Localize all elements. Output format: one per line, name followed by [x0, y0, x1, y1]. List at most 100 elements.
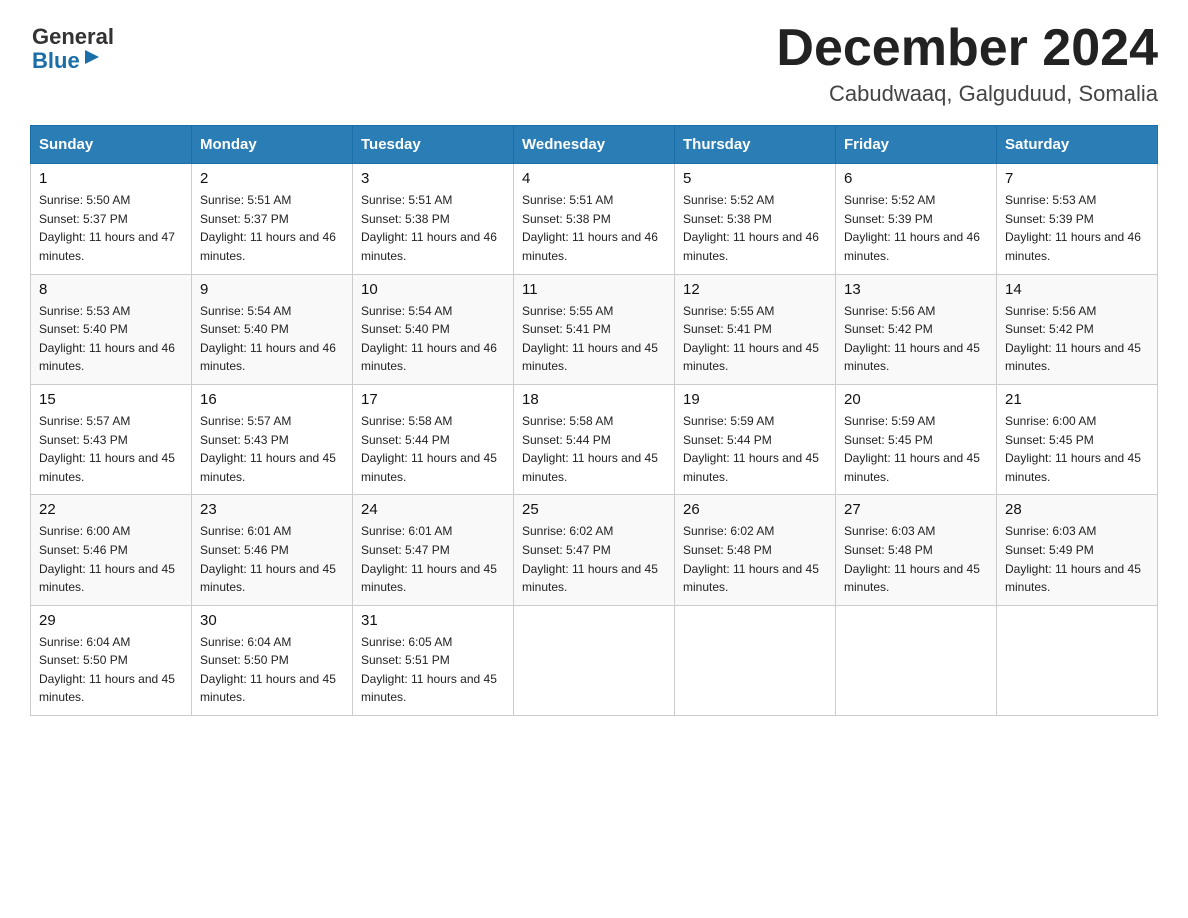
daylight-label: Daylight: 11 hours and 45 minutes. — [39, 672, 175, 705]
day-info: Sunrise: 6:04 AM Sunset: 5:50 PM Dayligh… — [39, 633, 183, 707]
daylight-label: Daylight: 11 hours and 45 minutes. — [522, 451, 658, 484]
day-number: 11 — [522, 281, 666, 298]
sunrise-label: Sunrise: 6:03 AM — [844, 524, 935, 538]
daylight-label: Daylight: 11 hours and 45 minutes. — [39, 562, 175, 595]
calendar-cell: 29 Sunrise: 6:04 AM Sunset: 5:50 PM Dayl… — [31, 605, 192, 715]
day-info: Sunrise: 6:05 AM Sunset: 5:51 PM Dayligh… — [361, 633, 505, 707]
sunrise-label: Sunrise: 6:02 AM — [522, 524, 613, 538]
calendar-cell: 13 Sunrise: 5:56 AM Sunset: 5:42 PM Dayl… — [836, 274, 997, 384]
sunset-label: Sunset: 5:48 PM — [844, 543, 933, 557]
sunset-label: Sunset: 5:49 PM — [1005, 543, 1094, 557]
daylight-label: Daylight: 11 hours and 45 minutes. — [361, 451, 497, 484]
sunset-label: Sunset: 5:46 PM — [39, 543, 128, 557]
calendar-cell: 24 Sunrise: 6:01 AM Sunset: 5:47 PM Dayl… — [353, 495, 514, 605]
day-number: 3 — [361, 170, 505, 187]
day-info: Sunrise: 5:53 AM Sunset: 5:40 PM Dayligh… — [39, 302, 183, 376]
day-number: 22 — [39, 501, 183, 518]
sunrise-label: Sunrise: 5:52 AM — [683, 193, 774, 207]
calendar-cell: 2 Sunrise: 5:51 AM Sunset: 5:37 PM Dayli… — [192, 164, 353, 274]
day-info: Sunrise: 6:02 AM Sunset: 5:47 PM Dayligh… — [522, 522, 666, 596]
calendar-cell: 20 Sunrise: 5:59 AM Sunset: 5:45 PM Dayl… — [836, 384, 997, 494]
daylight-label: Daylight: 11 hours and 45 minutes. — [844, 341, 980, 374]
week-row-5: 29 Sunrise: 6:04 AM Sunset: 5:50 PM Dayl… — [31, 605, 1158, 715]
sunrise-label: Sunrise: 5:53 AM — [1005, 193, 1096, 207]
calendar-cell: 21 Sunrise: 6:00 AM Sunset: 5:45 PM Dayl… — [997, 384, 1158, 494]
daylight-label: Daylight: 11 hours and 45 minutes. — [200, 672, 336, 705]
calendar-cell: 9 Sunrise: 5:54 AM Sunset: 5:40 PM Dayli… — [192, 274, 353, 384]
sunset-label: Sunset: 5:44 PM — [361, 433, 450, 447]
day-number: 6 — [844, 170, 988, 187]
daylight-label: Daylight: 11 hours and 46 minutes. — [200, 341, 336, 374]
calendar-cell: 3 Sunrise: 5:51 AM Sunset: 5:38 PM Dayli… — [353, 164, 514, 274]
day-info: Sunrise: 6:00 AM Sunset: 5:46 PM Dayligh… — [39, 522, 183, 596]
day-info: Sunrise: 6:02 AM Sunset: 5:48 PM Dayligh… — [683, 522, 827, 596]
calendar-cell: 11 Sunrise: 5:55 AM Sunset: 5:41 PM Dayl… — [514, 274, 675, 384]
sunrise-label: Sunrise: 6:02 AM — [683, 524, 774, 538]
sunset-label: Sunset: 5:39 PM — [1005, 212, 1094, 226]
day-number: 16 — [200, 391, 344, 408]
sunrise-label: Sunrise: 5:52 AM — [844, 193, 935, 207]
daylight-label: Daylight: 11 hours and 46 minutes. — [200, 230, 336, 263]
sunrise-label: Sunrise: 5:56 AM — [844, 304, 935, 318]
calendar-cell: 28 Sunrise: 6:03 AM Sunset: 5:49 PM Dayl… — [997, 495, 1158, 605]
day-number: 9 — [200, 281, 344, 298]
sunrise-label: Sunrise: 5:53 AM — [39, 304, 130, 318]
calendar-cell: 1 Sunrise: 5:50 AM Sunset: 5:37 PM Dayli… — [31, 164, 192, 274]
day-number: 15 — [39, 391, 183, 408]
sunset-label: Sunset: 5:51 PM — [361, 653, 450, 667]
sunset-label: Sunset: 5:42 PM — [1005, 322, 1094, 336]
calendar-cell: 10 Sunrise: 5:54 AM Sunset: 5:40 PM Dayl… — [353, 274, 514, 384]
calendar-cell: 30 Sunrise: 6:04 AM Sunset: 5:50 PM Dayl… — [192, 605, 353, 715]
header-wednesday: Wednesday — [514, 126, 675, 164]
sunset-label: Sunset: 5:43 PM — [200, 433, 289, 447]
week-row-3: 15 Sunrise: 5:57 AM Sunset: 5:43 PM Dayl… — [31, 384, 1158, 494]
calendar-cell: 19 Sunrise: 5:59 AM Sunset: 5:44 PM Dayl… — [675, 384, 836, 494]
day-number: 27 — [844, 501, 988, 518]
day-info: Sunrise: 5:56 AM Sunset: 5:42 PM Dayligh… — [1005, 302, 1149, 376]
sunrise-label: Sunrise: 6:04 AM — [39, 635, 130, 649]
daylight-label: Daylight: 11 hours and 45 minutes. — [200, 451, 336, 484]
sunset-label: Sunset: 5:41 PM — [683, 322, 772, 336]
sunset-label: Sunset: 5:45 PM — [844, 433, 933, 447]
day-number: 30 — [200, 612, 344, 629]
daylight-label: Daylight: 11 hours and 46 minutes. — [522, 230, 658, 263]
day-info: Sunrise: 5:58 AM Sunset: 5:44 PM Dayligh… — [361, 412, 505, 486]
daylight-label: Daylight: 11 hours and 45 minutes. — [844, 451, 980, 484]
week-row-1: 1 Sunrise: 5:50 AM Sunset: 5:37 PM Dayli… — [31, 164, 1158, 274]
day-info: Sunrise: 5:59 AM Sunset: 5:45 PM Dayligh… — [844, 412, 988, 486]
day-number: 23 — [200, 501, 344, 518]
calendar-cell — [514, 605, 675, 715]
sunset-label: Sunset: 5:40 PM — [361, 322, 450, 336]
day-number: 26 — [683, 501, 827, 518]
day-info: Sunrise: 5:54 AM Sunset: 5:40 PM Dayligh… — [200, 302, 344, 376]
day-info: Sunrise: 6:03 AM Sunset: 5:49 PM Dayligh… — [1005, 522, 1149, 596]
day-number: 4 — [522, 170, 666, 187]
sunset-label: Sunset: 5:37 PM — [200, 212, 289, 226]
day-info: Sunrise: 5:52 AM Sunset: 5:38 PM Dayligh… — [683, 191, 827, 265]
location-title: Cabudwaaq, Galguduud, Somalia — [776, 81, 1158, 107]
day-info: Sunrise: 5:57 AM Sunset: 5:43 PM Dayligh… — [39, 412, 183, 486]
sunset-label: Sunset: 5:45 PM — [1005, 433, 1094, 447]
page-header: General Blue December 2024 Cabudwaaq, Ga… — [30, 20, 1158, 107]
sunrise-label: Sunrise: 5:55 AM — [683, 304, 774, 318]
day-number: 25 — [522, 501, 666, 518]
day-number: 7 — [1005, 170, 1149, 187]
daylight-label: Daylight: 11 hours and 46 minutes. — [361, 341, 497, 374]
sunset-label: Sunset: 5:42 PM — [844, 322, 933, 336]
logo-general-text: General — [32, 26, 114, 48]
sunset-label: Sunset: 5:38 PM — [683, 212, 772, 226]
header-tuesday: Tuesday — [353, 126, 514, 164]
day-info: Sunrise: 5:52 AM Sunset: 5:39 PM Dayligh… — [844, 191, 988, 265]
daylight-label: Daylight: 11 hours and 45 minutes. — [200, 562, 336, 595]
sunrise-label: Sunrise: 5:51 AM — [522, 193, 613, 207]
daylight-label: Daylight: 11 hours and 45 minutes. — [361, 562, 497, 595]
calendar-cell: 12 Sunrise: 5:55 AM Sunset: 5:41 PM Dayl… — [675, 274, 836, 384]
day-info: Sunrise: 5:56 AM Sunset: 5:42 PM Dayligh… — [844, 302, 988, 376]
sunrise-label: Sunrise: 5:51 AM — [200, 193, 291, 207]
sunset-label: Sunset: 5:40 PM — [39, 322, 128, 336]
logo: General Blue — [30, 20, 114, 73]
sunset-label: Sunset: 5:40 PM — [200, 322, 289, 336]
logo-arrow-icon — [83, 48, 101, 71]
calendar-cell — [675, 605, 836, 715]
sunrise-label: Sunrise: 5:55 AM — [522, 304, 613, 318]
